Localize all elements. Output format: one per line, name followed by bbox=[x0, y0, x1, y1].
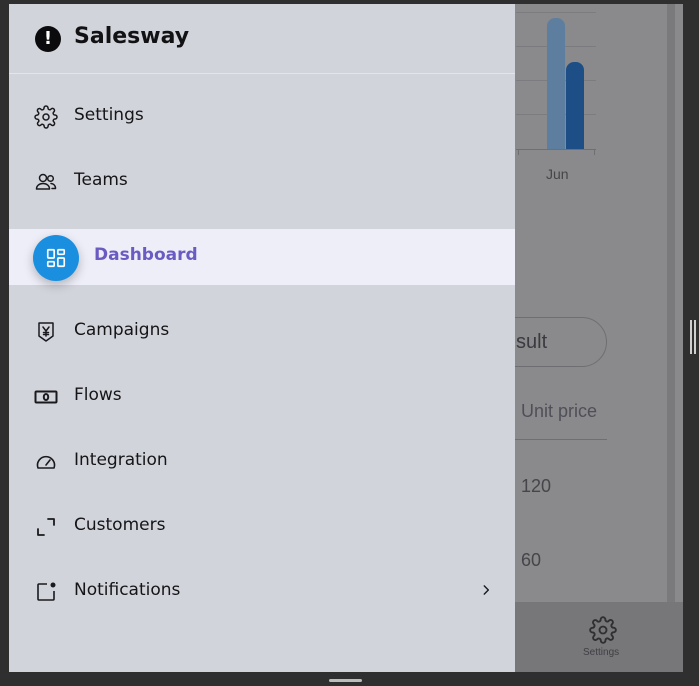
background-bar-chart: Jun bbox=[516, 4, 606, 182]
expand-corners-icon bbox=[37, 518, 55, 536]
chart-tick bbox=[594, 149, 595, 155]
bottom-nav-settings[interactable]: Settings bbox=[579, 616, 629, 660]
yen-shield-icon bbox=[38, 322, 54, 342]
menu-item-label: Settings bbox=[74, 105, 144, 125]
table-divider bbox=[515, 439, 607, 440]
menu-item-campaigns[interactable]: Campaigns bbox=[9, 301, 515, 361]
table-cell: 120 bbox=[521, 476, 552, 496]
menu-item-label: Flows bbox=[74, 385, 122, 405]
chart-x-label: Jun bbox=[546, 166, 569, 182]
bottom-drag-handle[interactable] bbox=[329, 679, 362, 682]
window-resize-handle[interactable] bbox=[690, 320, 696, 354]
drawer-header: ! Salesway bbox=[9, 4, 515, 74]
menu-item-label: Notifications bbox=[74, 580, 181, 600]
menu-item-notifications[interactable]: Notifications bbox=[9, 561, 515, 621]
app-title: Salesway bbox=[74, 24, 190, 49]
users-icon bbox=[35, 173, 57, 190]
gear-icon bbox=[589, 616, 617, 644]
menu-item-label: Integration bbox=[74, 450, 168, 470]
menu-item-label: Teams bbox=[74, 170, 128, 190]
bottom-nav-settings-label: Settings bbox=[583, 647, 620, 658]
menu-item-teams[interactable]: Teams bbox=[9, 151, 515, 211]
chart-tick bbox=[518, 149, 519, 155]
scrollbar[interactable] bbox=[667, 4, 675, 602]
chevron-right-icon[interactable] bbox=[479, 583, 493, 597]
gauge-icon bbox=[36, 455, 56, 469]
menu-item-label: Campaigns bbox=[74, 320, 170, 340]
dashboard-icon-badge bbox=[33, 235, 79, 281]
menu-item-customers[interactable]: Customers bbox=[9, 496, 515, 556]
chart-x-axis bbox=[516, 149, 596, 150]
menu-item-flows[interactable]: Flows bbox=[9, 366, 515, 426]
app-window: Jun ll Result Unit price 120 60 Settings… bbox=[9, 4, 683, 672]
menu-item-integration[interactable]: Integration bbox=[9, 431, 515, 491]
menu-item-settings[interactable]: Settings bbox=[9, 86, 515, 146]
menu-item-label-dashboard: Dashboard bbox=[94, 245, 198, 265]
exclamation-logo-icon: ! bbox=[35, 26, 61, 52]
table-header-unit-price: Unit price bbox=[521, 401, 598, 421]
navigation-drawer: ! Salesway Settings Teams Dashboard Camp… bbox=[9, 4, 515, 672]
menu-item-label: Customers bbox=[74, 515, 166, 535]
banknote-icon bbox=[34, 390, 58, 404]
table-cell: 60 bbox=[521, 550, 542, 570]
chart-bar bbox=[566, 62, 584, 149]
grid-icon bbox=[46, 248, 66, 268]
notification-square-icon bbox=[37, 582, 56, 601]
menu-item-dashboard[interactable] bbox=[9, 229, 515, 285]
gear-icon bbox=[34, 105, 58, 129]
chart-bar bbox=[547, 18, 565, 149]
